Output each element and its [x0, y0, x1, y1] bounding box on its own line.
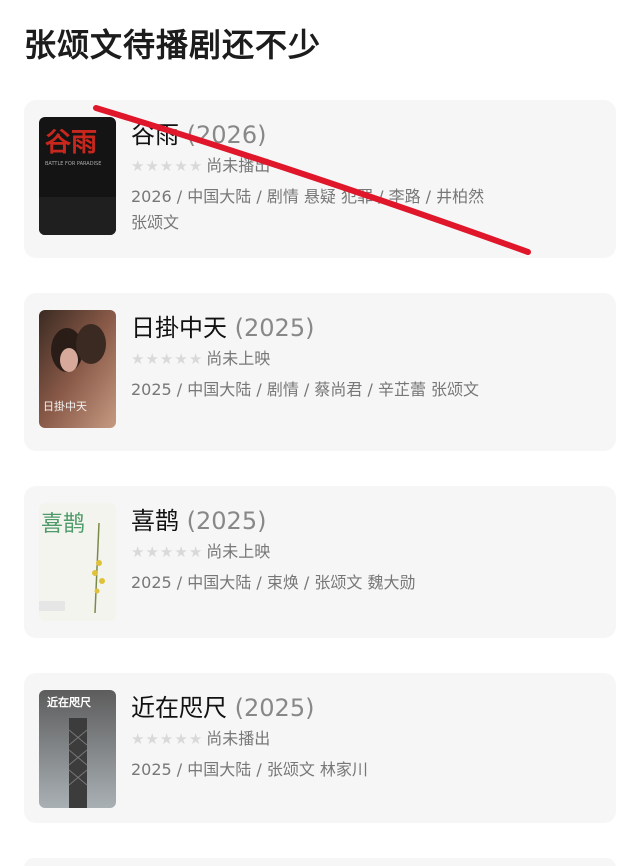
poster-title-text: 日掛中天	[43, 399, 87, 413]
rating-stars: ★ ★ ★ ★ ★	[131, 731, 203, 747]
page-title: 张颂文待播剧还不少	[24, 26, 322, 64]
show-year: (2025)	[234, 314, 315, 342]
show-meta: 2025 / 中国大陆 / 张颂文 林家川	[131, 760, 368, 779]
show-card[interactable]: 喜鹊 喜鹊 (2025) ★ ★ ★ ★ ★ 尚未上映 2025 / 中国大陆 …	[24, 486, 616, 638]
star-icon: ★	[131, 730, 145, 748]
star-icon: ★	[145, 350, 159, 368]
poster-jinzaizhichi-art: 近在咫尺	[39, 690, 116, 808]
rating-line: ★ ★ ★ ★ ★ 尚未播出	[131, 156, 521, 176]
poster-image[interactable]: 谷雨 BATTLE FOR PARADISE	[39, 117, 116, 235]
star-icon: ★	[188, 350, 203, 368]
star-icon: ★	[159, 730, 174, 748]
show-title-line[interactable]: 谷雨 (2026)	[131, 120, 521, 150]
rating-stars: ★ ★ ★ ★ ★	[131, 158, 203, 174]
show-title-line[interactable]: 日掛中天 (2025)	[131, 313, 521, 343]
star-icon: ★	[145, 157, 159, 175]
star-icon: ★	[131, 543, 145, 561]
rating-status: 尚未上映	[206, 349, 271, 368]
show-card[interactable]: 近在咫尺 近在咫尺 (2025) ★ ★ ★ ★ ★ 尚未播出 2025 / 中…	[24, 673, 616, 823]
show-title[interactable]: 谷雨	[131, 121, 179, 149]
show-info: 谷雨 (2026) ★ ★ ★ ★ ★ 尚未播出 2026 / 中国大陆 / 剧…	[131, 120, 521, 236]
poster-title-text: 近在咫尺	[47, 695, 91, 709]
star-icon: ★	[174, 543, 188, 561]
rating-status: 尚未上映	[206, 542, 271, 561]
show-card[interactable]: 日掛中天 日掛中天 (2025) ★ ★ ★ ★ ★ 尚未上映 2025 / 中…	[24, 293, 616, 451]
show-meta: 2026 / 中国大陆 / 剧情 悬疑 犯罪 / 李路 / 井柏然 张颂文	[131, 187, 485, 232]
show-card-partial[interactable]	[24, 858, 616, 866]
rating-stars: ★ ★ ★ ★ ★	[131, 351, 203, 367]
rating-line: ★ ★ ★ ★ ★ 尚未上映	[131, 349, 521, 369]
star-icon: ★	[174, 730, 188, 748]
show-info: 近在咫尺 (2025) ★ ★ ★ ★ ★ 尚未播出 2025 / 中国大陆 /…	[131, 693, 521, 783]
show-card[interactable]: 谷雨 BATTLE FOR PARADISE 谷雨 (2026) ★ ★ ★ ★…	[24, 100, 616, 258]
rating-status: 尚未播出	[206, 729, 271, 748]
star-icon: ★	[159, 543, 174, 561]
show-meta: 2025 / 中国大陆 / 束焕 / 张颂文 魏大勋	[131, 573, 416, 592]
rating-line: ★ ★ ★ ★ ★ 尚未播出	[131, 729, 521, 749]
star-icon: ★	[174, 350, 188, 368]
show-title[interactable]: 喜鹊	[131, 507, 179, 535]
poster-subtitle-text: BATTLE FOR PARADISE	[45, 161, 101, 167]
star-icon: ★	[188, 543, 203, 561]
star-icon: ★	[174, 157, 188, 175]
star-icon: ★	[188, 157, 203, 175]
show-meta: 2025 / 中国大陆 / 剧情 / 蔡尚君 / 辛芷蕾 张颂文	[131, 380, 480, 399]
poster-guyu-art: 谷雨 BATTLE FOR PARADISE	[39, 117, 116, 235]
poster-xique-art: 喜鹊	[39, 503, 116, 621]
show-year: (2025)	[234, 694, 315, 722]
star-icon: ★	[145, 730, 159, 748]
poster-image[interactable]: 近在咫尺	[39, 690, 116, 808]
poster-image[interactable]: 日掛中天	[39, 310, 116, 428]
poster-image[interactable]: 喜鹊	[39, 503, 116, 621]
star-icon: ★	[159, 157, 174, 175]
poster-title-text: 谷雨	[45, 128, 97, 158]
show-year: (2026)	[186, 121, 267, 149]
star-icon: ★	[145, 543, 159, 561]
poster-rigua-art: 日掛中天	[39, 310, 116, 428]
page: 张颂文待播剧还不少 谷雨 BATTLE FOR PARADISE 谷雨 (202…	[0, 0, 640, 866]
star-icon: ★	[188, 730, 203, 748]
show-info: 喜鹊 (2025) ★ ★ ★ ★ ★ 尚未上映 2025 / 中国大陆 / 束…	[131, 506, 521, 596]
show-info: 日掛中天 (2025) ★ ★ ★ ★ ★ 尚未上映 2025 / 中国大陆 /…	[131, 313, 521, 403]
show-title[interactable]: 日掛中天	[131, 314, 227, 342]
star-icon: ★	[131, 350, 145, 368]
star-icon: ★	[159, 350, 174, 368]
poster-title-text: 喜鹊	[41, 512, 85, 537]
show-title-line[interactable]: 近在咫尺 (2025)	[131, 693, 521, 723]
show-title-line[interactable]: 喜鹊 (2025)	[131, 506, 521, 536]
rating-status: 尚未播出	[206, 156, 271, 175]
rating-line: ★ ★ ★ ★ ★ 尚未上映	[131, 542, 521, 562]
show-title[interactable]: 近在咫尺	[131, 694, 227, 722]
show-year: (2025)	[186, 507, 267, 535]
star-icon: ★	[131, 157, 145, 175]
rating-stars: ★ ★ ★ ★ ★	[131, 544, 203, 560]
